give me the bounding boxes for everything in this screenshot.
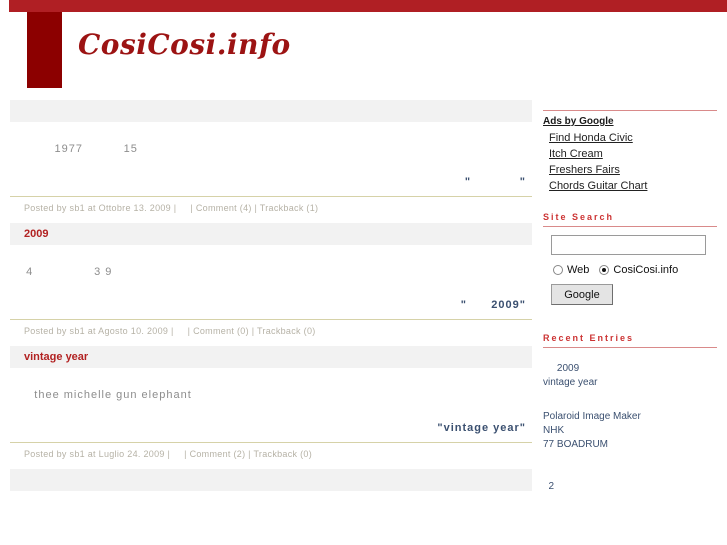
entry-body: thee michelle gun elephant "vintage year… xyxy=(10,368,532,442)
blog-entry: 1977 15 " " Posted by sb1 at Ottobre 13.… xyxy=(10,100,532,223)
radio-web[interactable] xyxy=(553,265,563,275)
sidebar: Ads by Google Find Honda Civic Itch Crea… xyxy=(543,110,717,498)
entry-title[interactable] xyxy=(10,100,532,122)
entry-text-line: 4 3 9 xyxy=(14,266,113,278)
recent-entry-link[interactable]: 2009 xyxy=(543,362,717,376)
recent-entry-link[interactable]: vintage year xyxy=(543,376,717,390)
ads-heading: Ads by Google xyxy=(543,110,717,127)
entry-text-line: 1977 15 xyxy=(14,143,138,155)
google-search-button[interactable]: Google xyxy=(551,284,613,305)
ad-link[interactable]: Itch Cream xyxy=(543,146,717,162)
recent-entry-link[interactable]: 77 BOADRUM xyxy=(543,438,717,452)
recent-entries-tail: 2 xyxy=(543,480,717,494)
blog-entry: vintage year thee michelle gun elephant … xyxy=(10,346,532,469)
search-input[interactable] xyxy=(551,235,706,255)
entry-footer[interactable]: Posted by sb1 at Agosto 10. 2009 | | Com… xyxy=(10,319,532,346)
entry-body: 1977 15 " " xyxy=(10,122,532,196)
entry-title[interactable]: 2009 xyxy=(10,223,532,245)
entry-quote: " 2009" xyxy=(460,299,526,311)
entry-body: 4 3 9 " 2009" xyxy=(10,245,532,319)
blog-entry: 2009 4 3 9 " 2009" Posted by sb1 at Agos… xyxy=(10,223,532,346)
ads-section: Ads by Google Find Honda Civic Itch Crea… xyxy=(543,110,717,194)
recent-entry-link[interactable]: Polaroid Image Maker xyxy=(543,410,717,424)
site-title: CosiCosi.info xyxy=(78,28,291,61)
recent-entries-spacer xyxy=(543,390,717,410)
ad-link[interactable]: Find Honda Civic xyxy=(543,130,717,146)
site-search-section: Site Search Web CosiCosi.info Google xyxy=(543,212,717,305)
recent-entries-list: 2009 vintage year Polaroid Image Maker N… xyxy=(543,362,717,494)
radio-site-label: CosiCosi.info xyxy=(613,264,679,276)
entry-quote: " " xyxy=(464,176,526,188)
entry-text-line: thee michelle gun elephant xyxy=(14,389,192,401)
search-scope-radio-group: Web CosiCosi.info xyxy=(553,264,717,276)
recent-entry-link[interactable]: NHK xyxy=(543,424,717,438)
entry-title[interactable] xyxy=(10,469,532,491)
entry-title[interactable]: vintage year xyxy=(10,346,532,368)
main-content: 1977 15 " " Posted by sb1 at Ottobre 13.… xyxy=(10,100,532,491)
recent-entries-section: Recent Entries 2009 vintage year Polaroi… xyxy=(543,333,717,494)
entry-footer[interactable]: Posted by sb1 at Ottobre 13. 2009 | | Co… xyxy=(10,196,532,223)
recent-entry-link[interactable]: 2 xyxy=(543,480,717,494)
ad-link[interactable]: Freshers Fairs xyxy=(543,162,717,178)
entry-quote: "vintage year" xyxy=(437,422,526,434)
blog-entry xyxy=(10,469,532,491)
entry-footer[interactable]: Posted by sb1 at Luglio 24. 2009 | | Com… xyxy=(10,442,532,469)
radio-web-label: Web xyxy=(567,264,590,276)
ad-link[interactable]: Chords Guitar Chart xyxy=(543,178,717,194)
site-search-heading: Site Search xyxy=(543,212,717,227)
recent-entries-heading: Recent Entries xyxy=(543,333,717,348)
page-root: CosiCosi.info 1977 15 " " Posted by sb1 … xyxy=(0,0,727,545)
header-logo-block xyxy=(27,12,62,88)
header-top-bar xyxy=(9,0,727,12)
radio-site[interactable] xyxy=(599,265,610,275)
